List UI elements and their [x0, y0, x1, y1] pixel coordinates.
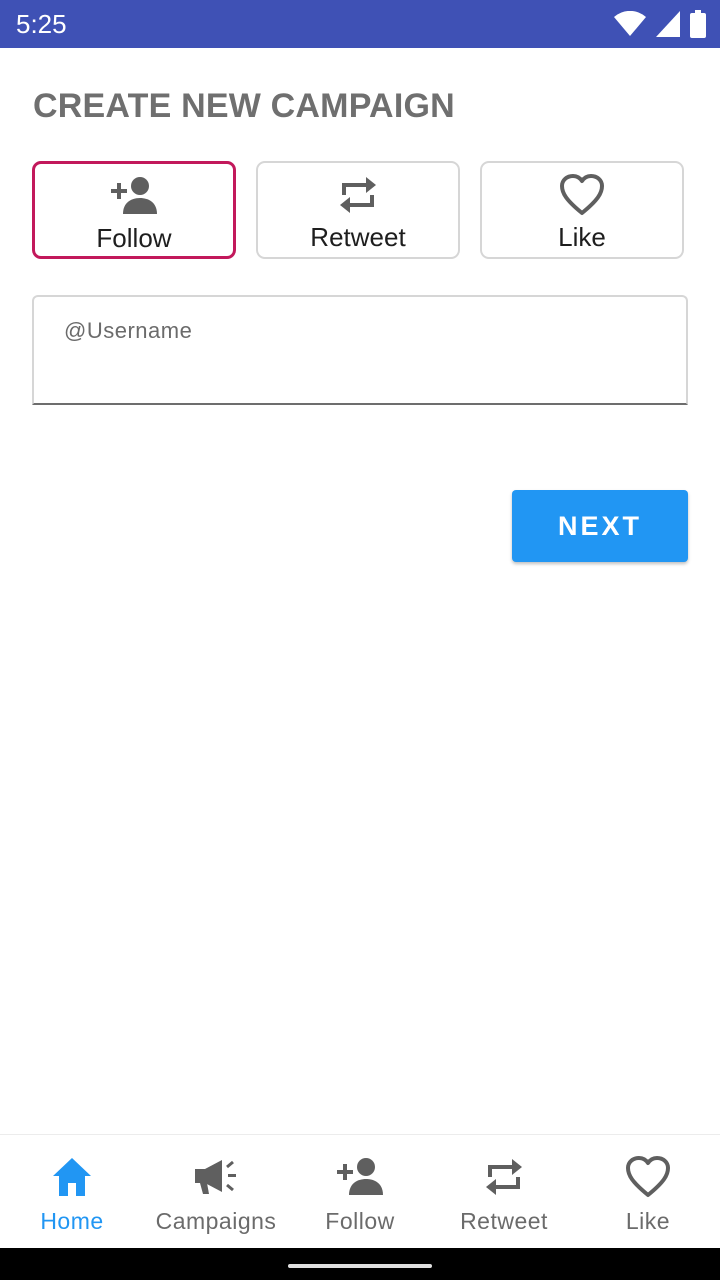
next-button[interactable]: NEXT	[512, 490, 688, 562]
bottom-nav: Home Campaigns Follow Retweet Like	[0, 1134, 720, 1249]
person-add-icon	[110, 174, 158, 218]
nav-item-campaigns[interactable]: Campaigns	[144, 1135, 288, 1249]
nav-item-retweet[interactable]: Retweet	[432, 1135, 576, 1249]
campaign-type-like[interactable]: Like	[480, 161, 684, 259]
megaphone-icon	[192, 1155, 240, 1199]
gesture-bar	[0, 1248, 720, 1280]
username-input[interactable]	[64, 315, 654, 347]
nav-item-follow[interactable]: Follow	[288, 1135, 432, 1249]
nav-item-label: Like	[625, 1208, 671, 1234]
person-add-icon	[336, 1155, 384, 1199]
heart-icon	[558, 173, 606, 217]
nav-item-label: Follow	[325, 1208, 395, 1234]
campaign-type-retweet[interactable]: Retweet	[256, 161, 460, 259]
status-icons	[614, 10, 706, 38]
campaign-type-follow[interactable]: Follow	[32, 161, 236, 259]
heart-icon	[624, 1155, 672, 1199]
nav-item-like[interactable]: Like	[576, 1135, 720, 1249]
campaign-type-label: Like	[558, 222, 606, 252]
page-title: CREATE NEW CAMPAIGN	[33, 87, 455, 125]
battery-icon	[690, 10, 706, 38]
campaign-type-label: Follow	[96, 223, 172, 253]
status-bar: 5:25	[0, 0, 720, 48]
username-field[interactable]	[32, 295, 688, 405]
gesture-handle[interactable]	[288, 1264, 432, 1268]
nav-item-label: Campaigns	[155, 1208, 277, 1234]
nav-item-home[interactable]: Home	[0, 1135, 144, 1249]
nav-item-label: Home	[40, 1208, 104, 1234]
retweet-icon	[480, 1155, 528, 1199]
nav-item-label: Retweet	[460, 1208, 548, 1234]
status-time: 5:25	[16, 9, 67, 39]
wifi-icon	[614, 11, 646, 37]
campaign-type-label: Retweet	[310, 222, 406, 252]
retweet-icon	[334, 173, 382, 217]
home-icon	[48, 1155, 96, 1199]
cellular-signal-icon	[656, 11, 680, 37]
